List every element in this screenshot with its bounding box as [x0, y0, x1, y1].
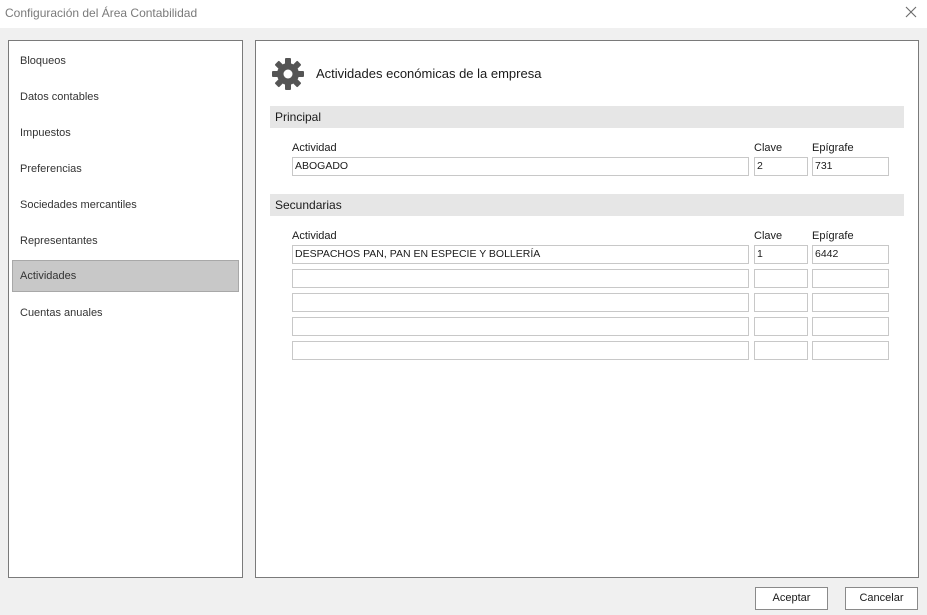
secundaria-actividad-field[interactable] — [292, 341, 749, 360]
principal-col-actividad: Actividad — [292, 142, 337, 154]
principal-epigrafe-field[interactable]: 731 — [812, 157, 889, 176]
sidebar-item-datos-contables[interactable]: Datos contables — [12, 81, 239, 113]
secundaria-actividad-field[interactable]: DESPACHOS PAN, PAN EN ESPECIE Y BOLLERÍA — [292, 245, 749, 264]
secundaria-epigrafe-field[interactable] — [812, 269, 889, 288]
close-button[interactable] — [895, 0, 927, 26]
secundaria-actividad-field[interactable] — [292, 269, 749, 288]
principal-col-epigrafe: Epígrafe — [812, 142, 854, 154]
content-panel: Actividades económicas de la empresa Pri… — [255, 40, 919, 578]
secundaria-actividad-field[interactable] — [292, 293, 749, 312]
secundaria-clave-field[interactable]: 1 — [754, 245, 808, 264]
section-principal: Principal — [270, 106, 904, 128]
sidebar-item-impuestos[interactable]: Impuestos — [12, 117, 239, 149]
secundaria-epigrafe-field[interactable] — [812, 341, 889, 360]
config-dialog: Configuración del Área Contabilidad Bloq… — [0, 0, 927, 615]
sidebar-item-preferencias[interactable]: Preferencias — [12, 153, 239, 185]
secundaria-clave-field[interactable] — [754, 341, 808, 360]
sidebar-item-sociedades-mercantiles[interactable]: Sociedades mercantiles — [12, 189, 239, 221]
sidebar-item-representantes[interactable]: Representantes — [12, 225, 239, 257]
principal-col-clave: Clave — [754, 142, 783, 154]
secundaria-epigrafe-field[interactable]: 6442 — [812, 245, 889, 264]
secundaria-clave-field[interactable] — [754, 293, 808, 312]
principal-clave-field[interactable]: 2 — [754, 157, 808, 176]
principal-actividad-field[interactable]: ABOGADO — [292, 157, 749, 176]
section-secundarias: Secundarias — [270, 194, 904, 216]
secundaria-epigrafe-field[interactable] — [812, 293, 889, 312]
secundaria-actividad-field[interactable] — [292, 317, 749, 336]
secundarias-col-clave: Clave — [754, 230, 783, 242]
accept-button[interactable]: Aceptar — [755, 587, 828, 610]
secundarias-col-actividad: Actividad — [292, 230, 337, 242]
window-title: Configuración del Área Contabilidad — [5, 6, 198, 20]
gear-icon — [272, 58, 304, 90]
secundaria-clave-field[interactable] — [754, 317, 808, 336]
sidebar-item-cuentas-anuales[interactable]: Cuentas anuales — [12, 297, 239, 329]
secundaria-epigrafe-field[interactable] — [812, 317, 889, 336]
panel-title: Actividades económicas de la empresa — [316, 66, 542, 81]
section-secundarias-label: Secundarias — [275, 198, 342, 212]
sidebar-item-bloqueos[interactable]: Bloqueos — [12, 45, 239, 77]
sidebar-item-actividades[interactable]: Actividades — [12, 260, 239, 292]
section-principal-label: Principal — [275, 110, 322, 124]
sidebar-nav: Bloqueos Datos contables Impuestos Prefe… — [8, 40, 243, 578]
title-bar: Configuración del Área Contabilidad — [0, 0, 927, 28]
secundarias-col-epigrafe: Epígrafe — [812, 230, 854, 242]
cancel-button[interactable]: Cancelar — [845, 587, 918, 610]
close-icon — [905, 6, 917, 18]
secundaria-clave-field[interactable] — [754, 269, 808, 288]
